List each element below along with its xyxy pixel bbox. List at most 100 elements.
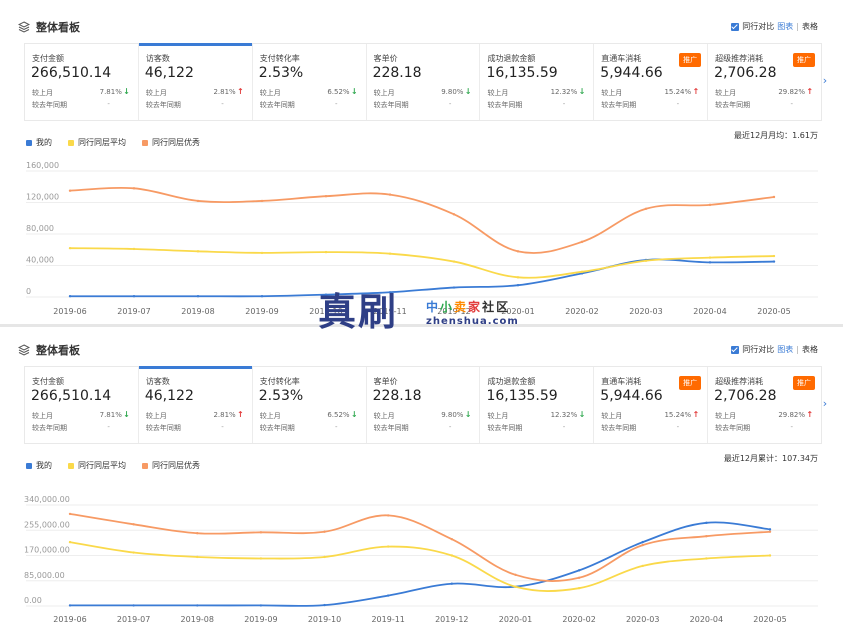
layers-icon	[18, 21, 30, 33]
x-tick-label: 2019-06	[53, 307, 86, 316]
compare-year-value: -	[790, 100, 794, 108]
data-point-avg	[132, 551, 135, 554]
data-point-top	[68, 512, 72, 516]
metric-value: 228.18	[372, 388, 422, 404]
data-point-avg	[386, 545, 390, 548]
metric-label: 客单价	[373, 377, 398, 386]
x-tick-label: 2019-07	[117, 615, 150, 624]
data-point-top	[323, 530, 326, 533]
view-chart-link[interactable]: 图表	[777, 344, 793, 355]
compare-checkbox[interactable]	[731, 345, 740, 354]
view-table-link[interactable]: 表格	[802, 344, 818, 355]
compare-percent: 15.24%	[664, 88, 692, 96]
metric-card[interactable]: 支付转化率 2.53% 较上月 较去年同期 6.52% ↓ -	[253, 44, 367, 120]
metric-label: 成功退款金额	[487, 377, 536, 386]
data-point-mine	[68, 295, 72, 298]
chevron-right-icon[interactable]: ›	[818, 397, 832, 411]
x-tick-label: 2020-03	[626, 615, 659, 624]
metric-label: 支付金额	[32, 377, 64, 386]
promo-badge[interactable]: 推广	[793, 376, 816, 390]
compare-year-value: -	[790, 423, 794, 431]
chevron-right-icon[interactable]: ›	[818, 74, 832, 88]
data-point-mine	[772, 260, 776, 263]
legend-swatch-avg	[68, 462, 74, 469]
metric-card[interactable]: 超级推荐消耗 2,706.28 较上月 较去年同期 29.82% ↑ - 推广	[708, 367, 821, 443]
legend-swatch-top	[142, 462, 148, 469]
compare-year-label: 较去年同期	[32, 424, 67, 432]
y-tick-label: 85,000.00	[24, 571, 65, 580]
metric-card[interactable]: 支付转化率 2.53% 较上月 较去年同期 6.52% ↓ -	[253, 367, 367, 443]
compare-year-value: -	[562, 100, 566, 108]
trend-up-icon: ↑	[692, 410, 700, 419]
dashboard-panel-top: 整体看板 同行对比 图表 | 表格 支付金额 266,510.14 较上月 较去年同期…	[6, 13, 830, 326]
data-point-avg	[388, 252, 392, 255]
data-point-top	[768, 530, 772, 533]
y-tick-label: 80,000	[26, 224, 54, 233]
layers-icon	[18, 344, 30, 356]
compare-percent: 7.81%	[99, 411, 122, 419]
x-tick-label: 2020-05	[753, 615, 786, 624]
promo-badge[interactable]: 推广	[793, 53, 816, 67]
compare-percent: 12.32%	[550, 411, 578, 419]
metric-card[interactable]: 访客数 46,122 较上月 较去年同期 2.81% ↑ -	[138, 366, 253, 443]
compare-year-label: 较去年同期	[145, 101, 181, 109]
metric-card[interactable]: 访客数 46,122 较上月 较去年同期 2.81% ↑ -	[138, 43, 253, 120]
metric-value: 16,135.59	[486, 388, 558, 404]
compare-percent: 9.80%	[441, 411, 464, 419]
metric-card[interactable]: 支付金额 266,510.14 较上月 较去年同期 7.81% ↓ -	[25, 44, 139, 120]
x-tick-label: 2020-02	[562, 615, 595, 624]
metric-card[interactable]: 超级推荐消耗 2,706.28 较上月 较去年同期 29.82% ↑ - 推广	[708, 44, 821, 120]
promo-badge[interactable]: 推广	[679, 376, 702, 390]
compare-percent: 9.80%	[441, 88, 464, 96]
data-point-avg	[514, 585, 517, 588]
compare-month-label: 较上月	[145, 89, 167, 97]
data-point-top	[196, 532, 199, 535]
data-point-top	[68, 189, 72, 192]
metric-value: 2,706.28	[714, 65, 777, 81]
compare-checkbox[interactable]	[731, 22, 740, 31]
view-table-link[interactable]: 表格	[802, 21, 818, 32]
compare-year-label: 较去年同期	[373, 101, 409, 109]
metric-card[interactable]: 成功退款金额 16,135.59 较上月 较去年同期 12.32% ↓ -	[480, 44, 595, 120]
metric-card[interactable]: 客单价 228.18 较上月 较去年同期 9.80% ↓ -	[367, 367, 481, 443]
compare-year-value: -	[335, 423, 338, 431]
y-tick-label: 120,000	[26, 193, 59, 202]
series-line-mine	[70, 258, 775, 298]
metric-value: 266,510.14	[31, 388, 112, 404]
metric-card[interactable]: 支付金额 266,510.14 较上月 较去年同期 7.81% ↓ -	[25, 367, 139, 443]
metric-label: 直通车消耗	[601, 377, 642, 386]
metric-label: 访客数	[145, 377, 170, 386]
data-point-mine	[132, 604, 135, 607]
view-chart-link[interactable]: 图表	[777, 21, 793, 32]
panel-header: 整体看板 同行对比 图表 | 表格	[14, 336, 822, 366]
trend-up-icon: ↑	[692, 87, 700, 96]
metric-card[interactable]: 成功退款金额 16,135.59 较上月 较去年同期 12.32% ↓ -	[480, 367, 595, 443]
watermark-text: 中小卖家社区	[426, 300, 511, 314]
compare-month-label: 较上月	[259, 412, 281, 420]
metric-card[interactable]: 直通车消耗 5,944.66 较上月 较去年同期 15.24% ↑ - 推广	[594, 367, 709, 443]
legend-swatch-mine	[26, 462, 32, 469]
data-point-mine	[452, 286, 456, 289]
x-tick-label: 2020-03	[629, 307, 662, 316]
data-point-top	[324, 195, 328, 198]
compare-year-label: 较去年同期	[601, 424, 637, 432]
compare-year-value: -	[676, 100, 680, 108]
metric-card[interactable]: 客单价 228.18 较上月 较去年同期 9.80% ↓ -	[367, 44, 481, 120]
y-tick-label: 255,000.00	[24, 520, 70, 529]
promo-badge[interactable]: 推广	[679, 53, 702, 67]
legend-swatch-avg	[68, 139, 74, 146]
x-tick-label: 2020-02	[565, 307, 598, 316]
data-point-top	[577, 576, 581, 579]
compare-year-value: -	[562, 423, 566, 431]
metric-card[interactable]: 直通车消耗 5,944.66 较上月 较去年同期 15.24% ↑ - 推广	[594, 44, 709, 120]
watermark-logo: 真刷 中小卖家社区 zhenshua.com	[318, 292, 548, 336]
y-tick-label: 160,000	[26, 161, 59, 170]
data-point-avg	[708, 256, 712, 259]
x-tick-label: 2019-11	[371, 615, 404, 624]
x-tick-label: 2019-09	[245, 307, 278, 316]
series-line-top	[69, 513, 771, 582]
trend-down-icon: ↓	[350, 410, 358, 419]
metric-value: 46,122	[144, 388, 194, 404]
compare-percent: 7.81%	[99, 88, 122, 96]
compare-month-label: 较上月	[601, 89, 623, 97]
